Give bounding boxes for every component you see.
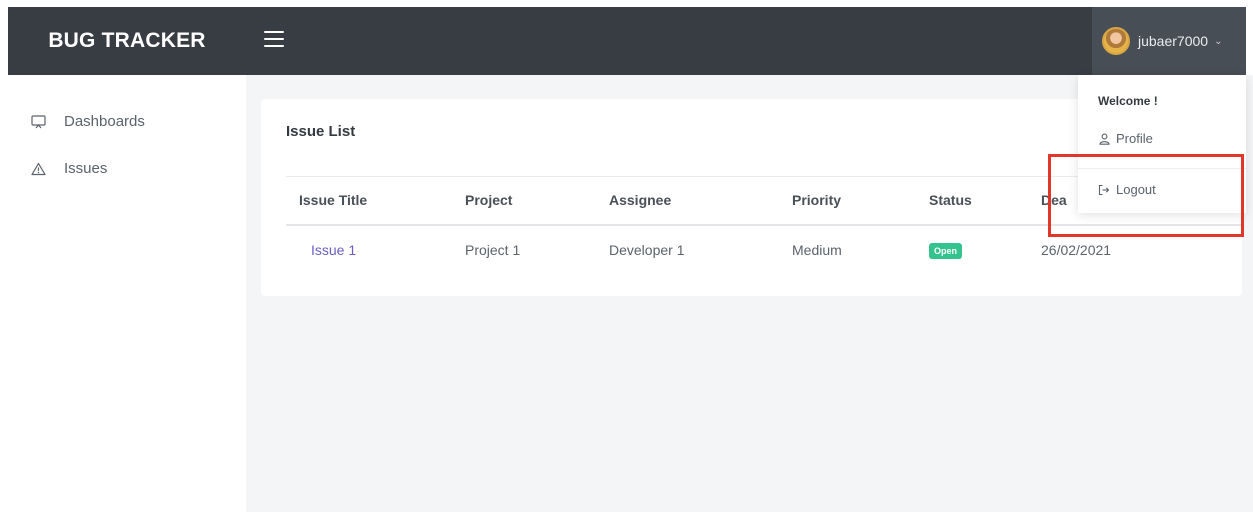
profile-menu-item[interactable]: Profile	[1098, 131, 1153, 146]
avatar	[1102, 27, 1130, 55]
logout-icon	[1098, 184, 1110, 196]
top-bar: BUG TRACKER jubaer7000 ⌄	[8, 7, 1246, 75]
sidebar: Dashboards Issues	[8, 75, 246, 512]
warning-triangle-icon	[30, 161, 46, 177]
cell-project: Project 1	[465, 242, 521, 258]
chevron-down-icon: ⌄	[1214, 35, 1223, 47]
sidebar-item-dashboards[interactable]: Dashboards	[30, 113, 145, 130]
cell-deadline: 26/02/2021	[1041, 242, 1112, 258]
column-header-priority[interactable]: Priority	[792, 192, 841, 208]
column-header-deadline[interactable]: Dea	[1041, 192, 1067, 208]
logout-menu-item[interactable]: Logout	[1098, 182, 1156, 197]
column-header-project[interactable]: Project	[465, 192, 512, 208]
logout-label: Logout	[1116, 182, 1156, 197]
profile-label: Profile	[1116, 131, 1153, 146]
user-menu-button[interactable]: jubaer7000 ⌄	[1092, 7, 1246, 75]
issue-title-link[interactable]: Issue 1	[311, 242, 356, 258]
cell-priority: Medium	[792, 242, 842, 258]
cell-assignee: Developer 1	[609, 242, 685, 258]
welcome-text: Welcome !	[1098, 94, 1158, 108]
dropdown-divider	[1078, 168, 1246, 169]
user-icon	[1098, 133, 1110, 145]
card-title: Issue List	[286, 123, 356, 140]
monitor-icon	[30, 114, 46, 130]
user-name: jubaer7000	[1138, 33, 1209, 49]
user-dropdown-menu: Welcome ! Profile Logout	[1078, 75, 1246, 213]
sidebar-item-issues[interactable]: Issues	[30, 160, 107, 177]
sidebar-item-label: Issues	[64, 160, 108, 177]
column-header-issue-title[interactable]: Issue Title	[299, 192, 367, 208]
table-body-divider	[286, 224, 1242, 226]
column-header-status[interactable]: Status	[929, 192, 972, 208]
column-header-assignee[interactable]: Assignee	[609, 192, 671, 208]
status-badge: Open	[929, 243, 963, 259]
app-brand[interactable]: BUG TRACKER	[8, 7, 246, 75]
menu-toggle-icon[interactable]	[264, 31, 284, 49]
sidebar-item-label: Dashboards	[64, 113, 145, 130]
